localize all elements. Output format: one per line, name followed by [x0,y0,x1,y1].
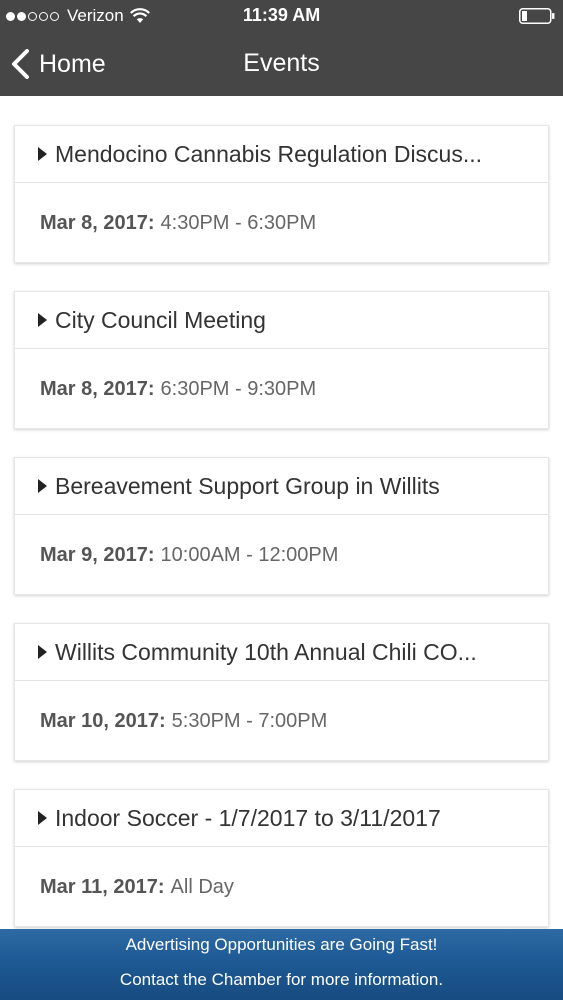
event-date: Mar 9, 2017: [40,543,155,566]
event-time: 10:00AM - 12:00PM [160,543,339,566]
event-title: City Council Meeting [55,306,266,333]
page-title: Events [243,49,320,77]
advertising-banner[interactable]: Advertising Opportunities are Going Fast… [0,929,563,1000]
event-card[interactable]: Willits Community 10th Annual Chili CO..… [14,623,549,761]
caret-right-icon [38,147,47,161]
event-time: All Day [170,875,234,898]
event-card-header[interactable]: Mendocino Cannabis Regulation Discus... [15,126,548,183]
ad-subtext: Contact the Chamber for more information… [119,970,444,989]
caret-right-icon [38,313,47,327]
event-card[interactable]: City Council Meeting Mar 8, 2017: 6:30PM… [14,291,549,429]
battery-icon [519,8,555,24]
event-title: Willits Community 10th Annual Chili CO..… [55,638,477,665]
caret-right-icon [38,645,47,659]
top-bar: Verizon 11:39 AM Home Events [0,0,563,96]
event-list: Mendocino Cannabis Regulation Discus... … [14,125,549,955]
ad-headline: Advertising Opportunities are Going Fast… [125,935,438,954]
event-card[interactable]: Indoor Soccer - 1/7/2017 to 3/11/2017 Ma… [14,789,549,927]
event-card-header[interactable]: City Council Meeting [15,292,548,349]
event-card[interactable]: Bereavement Support Group in Willits Mar… [14,457,549,595]
status-bar: Verizon 11:39 AM [0,0,563,32]
status-time: 11:39 AM [242,5,321,25]
event-time: 4:30PM - 6:30PM [160,211,317,234]
navigation-bar: Home Events [0,32,563,96]
event-card-body: Mar 11, 2017: All Day [15,847,548,927]
event-card-body: Mar 8, 2017: 4:30PM - 6:30PM [15,183,548,263]
event-card-body: Mar 10, 2017: 5:30PM - 7:00PM [15,681,548,761]
event-date: Mar 10, 2017: [40,709,166,732]
event-card[interactable]: Mendocino Cannabis Regulation Discus... … [14,125,549,263]
event-card-header[interactable]: Willits Community 10th Annual Chili CO..… [15,624,548,681]
event-date: Mar 8, 2017: [40,377,155,400]
event-card-body: Mar 8, 2017: 6:30PM - 9:30PM [15,349,548,429]
event-time: 6:30PM - 9:30PM [160,377,317,400]
event-card-header[interactable]: Bereavement Support Group in Willits [15,458,548,515]
event-card-header[interactable]: Indoor Soccer - 1/7/2017 to 3/11/2017 [15,790,548,847]
caret-right-icon [38,479,47,493]
event-title: Mendocino Cannabis Regulation Discus... [55,140,483,167]
caret-right-icon [38,811,47,825]
event-title: Indoor Soccer - 1/7/2017 to 3/11/2017 [55,804,441,831]
event-title: Bereavement Support Group in Willits [55,472,440,499]
event-date: Mar 11, 2017: [40,875,165,898]
event-date: Mar 8, 2017: [40,211,155,234]
event-time: 5:30PM - 7:00PM [171,709,328,732]
event-card-body: Mar 9, 2017: 10:00AM - 12:00PM [15,515,548,595]
